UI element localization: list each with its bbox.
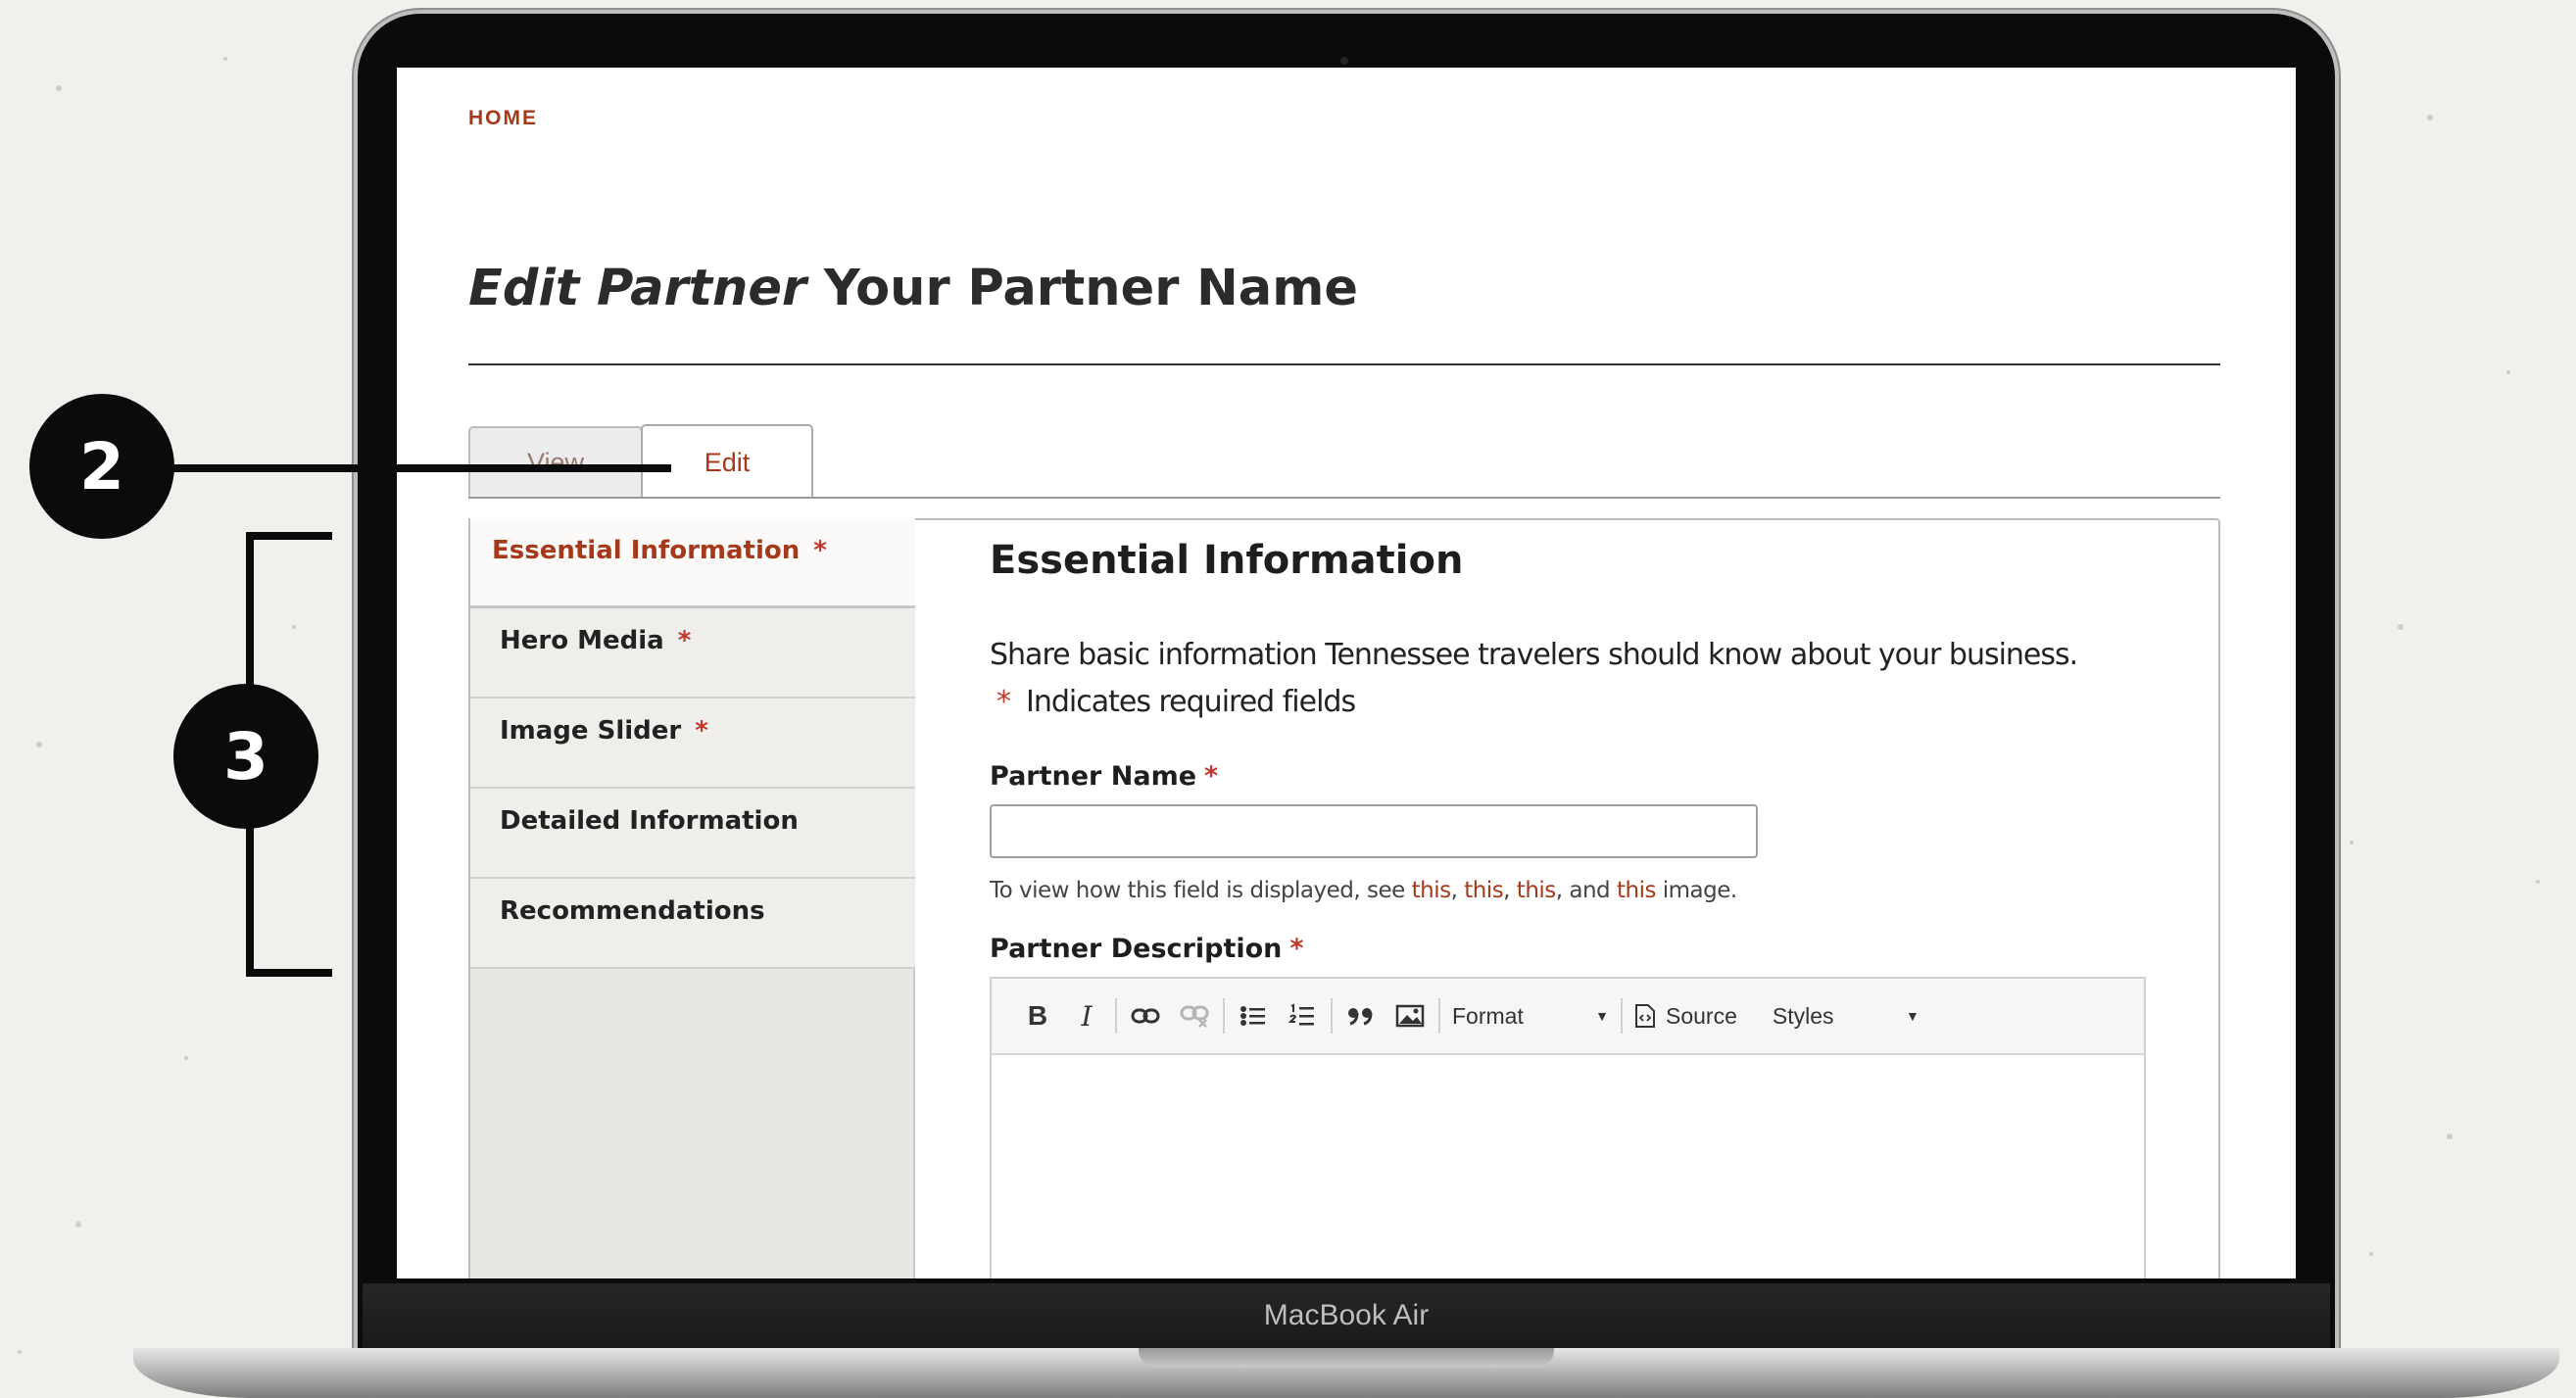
- link-icon[interactable]: [1121, 991, 1170, 1040]
- sidebar-item-detailed-information[interactable]: Detailed Information: [470, 789, 915, 879]
- field-label-text: Partner Name: [990, 761, 1197, 792]
- required-marker: *: [677, 626, 692, 655]
- callout-leader-line: [171, 464, 671, 472]
- laptop-notch: [1139, 1348, 1554, 1368]
- page-title: Edit Partner Your Partner Name: [468, 260, 1358, 317]
- toolbar-separator: [1115, 998, 1117, 1034]
- tab-view[interactable]: View: [468, 426, 643, 497]
- partner-name-label: Partner Name *: [990, 761, 1218, 792]
- toolbar-separator: [1331, 998, 1333, 1034]
- section-title: Essential Information: [990, 538, 1464, 583]
- field-label-text: Partner Description: [990, 934, 1283, 964]
- field-help-text: To view how this field is displayed, see…: [990, 878, 1737, 903]
- help-and: and: [1569, 878, 1611, 903]
- example-link-2[interactable]: this: [1464, 878, 1503, 903]
- rich-text-editor: B I Format ▼ Source Styles ▼: [990, 977, 2146, 1278]
- format-dropdown[interactable]: Format ▼: [1444, 991, 1617, 1040]
- section-intro: Share basic information Tennessee travel…: [990, 638, 2078, 672]
- required-note-text: Indicates required fields: [1026, 685, 1356, 719]
- source-label: Source: [1666, 1002, 1737, 1029]
- example-link-1[interactable]: this: [1412, 878, 1451, 903]
- page-title-action: Edit Partner: [468, 260, 807, 317]
- toolbar-separator: [1621, 998, 1623, 1034]
- bulleted-list-icon[interactable]: [1229, 991, 1278, 1040]
- callout-step-3: 3: [173, 684, 318, 829]
- callout-step-2: 2: [29, 394, 174, 539]
- blockquote-icon[interactable]: [1337, 991, 1385, 1040]
- help-prefix: To view how this field is displayed, see: [990, 878, 1405, 903]
- required-marker: *: [1289, 934, 1304, 964]
- format-label: Format: [1452, 1002, 1524, 1029]
- example-link-4[interactable]: this: [1617, 878, 1656, 903]
- required-marker: *: [813, 536, 827, 565]
- source-button[interactable]: Source: [1627, 991, 1745, 1040]
- sidebar-item-label: Hero Media: [500, 626, 664, 655]
- image-icon[interactable]: [1385, 991, 1434, 1040]
- toolbar-separator: [1438, 998, 1440, 1034]
- sidebar-item-label: Detailed Information: [500, 806, 799, 836]
- sidebar-item-recommendations[interactable]: Recommendations: [470, 879, 915, 969]
- chevron-down-icon: ▼: [1906, 1008, 1920, 1024]
- italic-icon[interactable]: I: [1062, 991, 1111, 1040]
- browser-screen: HOME Edit Partner Your Partner Name View…: [397, 68, 2296, 1278]
- toolbar-separator: [1223, 998, 1225, 1034]
- breadcrumb-home-link[interactable]: HOME: [468, 107, 538, 130]
- sidebar-item-label: Recommendations: [500, 896, 765, 926]
- sidebar-item-label: Image Slider: [500, 716, 682, 746]
- example-link-3[interactable]: this: [1517, 878, 1556, 903]
- required-marker: *: [695, 716, 708, 746]
- tab-edit[interactable]: Edit: [641, 424, 813, 499]
- sidebar-item-hero-media[interactable]: Hero Media *: [470, 608, 915, 699]
- unlink-icon[interactable]: [1170, 991, 1219, 1040]
- partner-name-input[interactable]: [990, 804, 1758, 858]
- laptop-chin: MacBook Air: [363, 1283, 2330, 1348]
- sidebar-item-label: Essential Information: [492, 536, 801, 565]
- partner-description-label: Partner Description *: [990, 934, 1304, 964]
- source-icon: [1635, 1004, 1655, 1028]
- editor-toolbar: B I Format ▼ Source Styles ▼: [992, 979, 2144, 1055]
- form-section-nav: Essential Information * Hero Media * Image…: [468, 518, 915, 1278]
- help-suffix: image.: [1662, 878, 1737, 903]
- required-fields-note: * Indicates required fields: [996, 685, 1356, 719]
- page-title-partner: Your Partner Name: [823, 260, 1358, 317]
- tabs-divider: [468, 497, 2220, 499]
- camera-dot: [1340, 57, 1348, 65]
- bold-icon[interactable]: B: [1013, 991, 1062, 1040]
- styles-dropdown[interactable]: Styles ▼: [1765, 991, 1927, 1040]
- title-divider: [468, 363, 2220, 365]
- styles-label: Styles: [1772, 1002, 1834, 1029]
- numbered-list-icon[interactable]: [1278, 991, 1327, 1040]
- required-marker: *: [996, 685, 1011, 719]
- chevron-down-icon: ▼: [1595, 1008, 1609, 1024]
- editor-content-area[interactable]: [992, 1055, 2144, 1278]
- required-marker: *: [1204, 761, 1219, 792]
- sidebar-item-essential-information[interactable]: Essential Information *: [470, 518, 915, 608]
- sidebar-item-image-slider[interactable]: Image Slider *: [470, 699, 915, 789]
